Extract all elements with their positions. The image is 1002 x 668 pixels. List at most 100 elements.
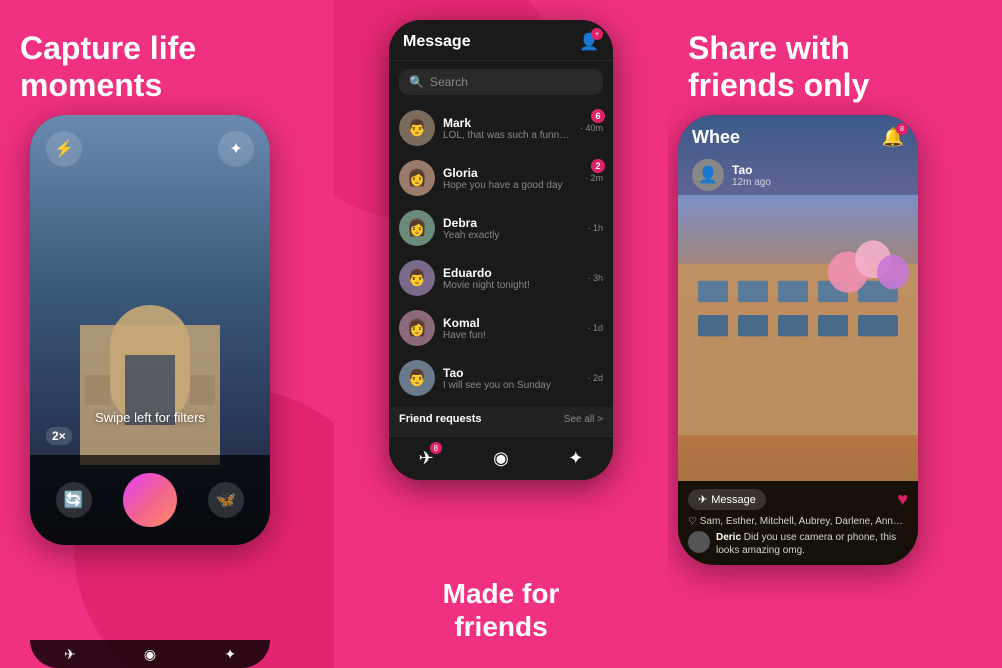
nav-send-icon[interactable]: ✈ [64,646,76,663]
phone-center: Message 👤 + 🔍 Search 👨 Mark LOL, that wa… [389,20,613,480]
building-illustration [678,195,918,435]
camera-tab-icon[interactable]: ◉ [493,448,509,469]
user-chip: 👤 Tao 12m ago [692,159,771,191]
phone-right: Whee 🔔 8 👤 Tao 12m ago [678,115,918,565]
post-bottom-info: ✈ Message ♥ ♡ Sam, Esther, Mitchell, Aub… [678,481,918,565]
flash-icon[interactable]: ⚡ [46,131,82,167]
like-heart-icon[interactable]: ♥ [897,489,908,510]
message-preview: Movie night tonight! [443,280,579,291]
list-item[interactable]: 👨 Tao I will see you on Sunday · 2d [389,353,613,403]
comment-text: Deric Did you use camera or phone, this … [716,531,908,557]
contact-name: Tao [443,366,579,380]
message-info: Komal Have fun! [443,316,579,341]
message-time: · 3h [587,273,603,283]
avatar: 👨 [399,110,435,146]
avatar: 👩 [399,160,435,196]
left-bottom-nav: ✈ ◉ ✦ [30,640,270,668]
message-preview: Yeah exactly [443,230,579,241]
search-placeholder: Search [430,75,468,89]
whee-header: Whee 🔔 8 [678,115,918,160]
center-headline: Made for friends [334,577,668,644]
gallery-icon[interactable]: 🦋 [208,482,244,518]
list-item[interactable]: 👩 Debra Yeah exactly · 1h [389,203,613,253]
search-bar[interactable]: 🔍 Search [399,69,603,95]
zoom-badge: 2× [46,427,72,445]
avatar: 👨 [399,260,435,296]
list-item[interactable]: 👩 Gloria Hope you have a good day · 2m 2 [389,153,613,203]
message-preview: LOL, that was such a funny v... [443,130,572,141]
contact-name: Debra [443,216,579,230]
nav-sparkle-icon[interactable]: ✦ [224,646,236,663]
camera-top-icons: ⚡ ✦ [30,131,270,167]
message-pill-label: Message [711,494,756,506]
message-preview: Hope you have a good day [443,180,577,191]
message-preview: Have fun! [443,330,579,341]
message-time: · 2d [587,373,603,383]
contact-name: Gloria [443,166,577,180]
swipe-hint: Swipe left for filters [95,410,205,425]
list-item[interactable]: 👩 Komal Have fun! · 1d [389,303,613,353]
message-time: · 2m [585,173,603,183]
message-time: · 1h [587,223,603,233]
comment-body: Did you use camera or phone, this looks … [716,532,896,556]
flip-camera-icon[interactable]: 🔄 [56,482,92,518]
sparkle-tab-icon[interactable]: ✦ [568,448,583,469]
commenter-avatar [688,531,710,553]
capture-button[interactable] [123,473,177,527]
user-avatar: 👤 [692,159,724,191]
send-icon: ✈ [698,493,707,506]
message-header: Message 👤 + [389,20,613,61]
message-info: Debra Yeah exactly [443,216,579,241]
search-icon: 🔍 [409,75,424,89]
post-time: 12m ago [732,177,771,188]
message-info: Mark LOL, that was such a funny v... [443,116,572,141]
bell-container: 🔔 8 [882,127,904,148]
comment-row: Deric Did you use camera or phone, this … [688,531,908,557]
message-preview: I will see you on Sunday [443,380,579,391]
contact-name: Komal [443,316,579,330]
left-headline: Capture life moments [20,30,196,104]
arch-illustration [70,265,230,465]
app-name: Whee [692,127,740,148]
message-time: · 40m [580,123,603,133]
right-headline: Share with friends only [688,30,869,104]
messages-tab-icon[interactable]: ✈ 8 [419,448,434,469]
sparkle-icon[interactable]: ✦ [218,131,254,167]
see-all-link[interactable]: See all > [564,414,603,425]
phone-left: ⚡ ✦ Swipe left for filters 2× 🔄 🦋 [30,115,270,545]
avatar: 👨 [399,360,435,396]
friend-requests-header: Friend requests See all > [389,407,613,431]
tab-notification-badge: 8 [430,442,442,454]
message-info: Eduardo Movie night tonight! [443,266,579,291]
user-name: Tao [732,163,771,177]
action-row: ✈ Message ♥ [688,489,908,510]
photo-background: Whee 🔔 8 👤 Tao 12m ago [678,115,918,565]
contact-name: Eduardo [443,266,579,280]
user-chip-info: Tao 12m ago [732,163,771,188]
commenter-name: Deric [716,532,741,543]
bottom-tab-bar: ✈ 8 ◉ ✦ [389,436,613,480]
likes-text: ♡ Sam, Esther, Mitchell, Aubrey, Darlene… [688,516,908,527]
friend-requests-label: Friend requests [399,413,482,425]
message-time: · 1d [587,323,603,333]
message-list: 👨 Mark LOL, that was such a funny v... ·… [389,103,613,403]
panel-center: Message 👤 + 🔍 Search 👨 Mark LOL, that wa… [334,0,668,668]
nav-camera-icon[interactable]: ◉ [144,646,156,663]
add-person-icon[interactable]: 👤 + [579,32,599,52]
camera-bottom-bar: 🔄 🦋 [30,455,270,545]
avatar: 👩 [399,210,435,246]
list-item[interactable]: 👨 Mark LOL, that was such a funny v... ·… [389,103,613,153]
notification-count-badge: 8 [896,123,908,135]
message-title: Message [403,33,471,51]
contact-name: Mark [443,116,572,130]
message-info: Tao I will see you on Sunday [443,366,579,391]
panel-right: Share with friends only Whee 🔔 8 👤 Tao 1… [668,0,1002,668]
camera-bg: ⚡ ✦ Swipe left for filters 2× 🔄 🦋 [30,115,270,545]
message-info: Gloria Hope you have a good day [443,166,577,191]
panel-left: Capture life moments ⚡ ✦ Swipe left for … [0,0,334,668]
list-item[interactable]: 👨 Eduardo Movie night tonight! · 3h [389,253,613,303]
message-pill-button[interactable]: ✈ Message [688,489,766,510]
unread-badge: 2 [591,159,605,173]
avatar: 👩 [399,310,435,346]
unread-badge: 6 [591,109,605,123]
